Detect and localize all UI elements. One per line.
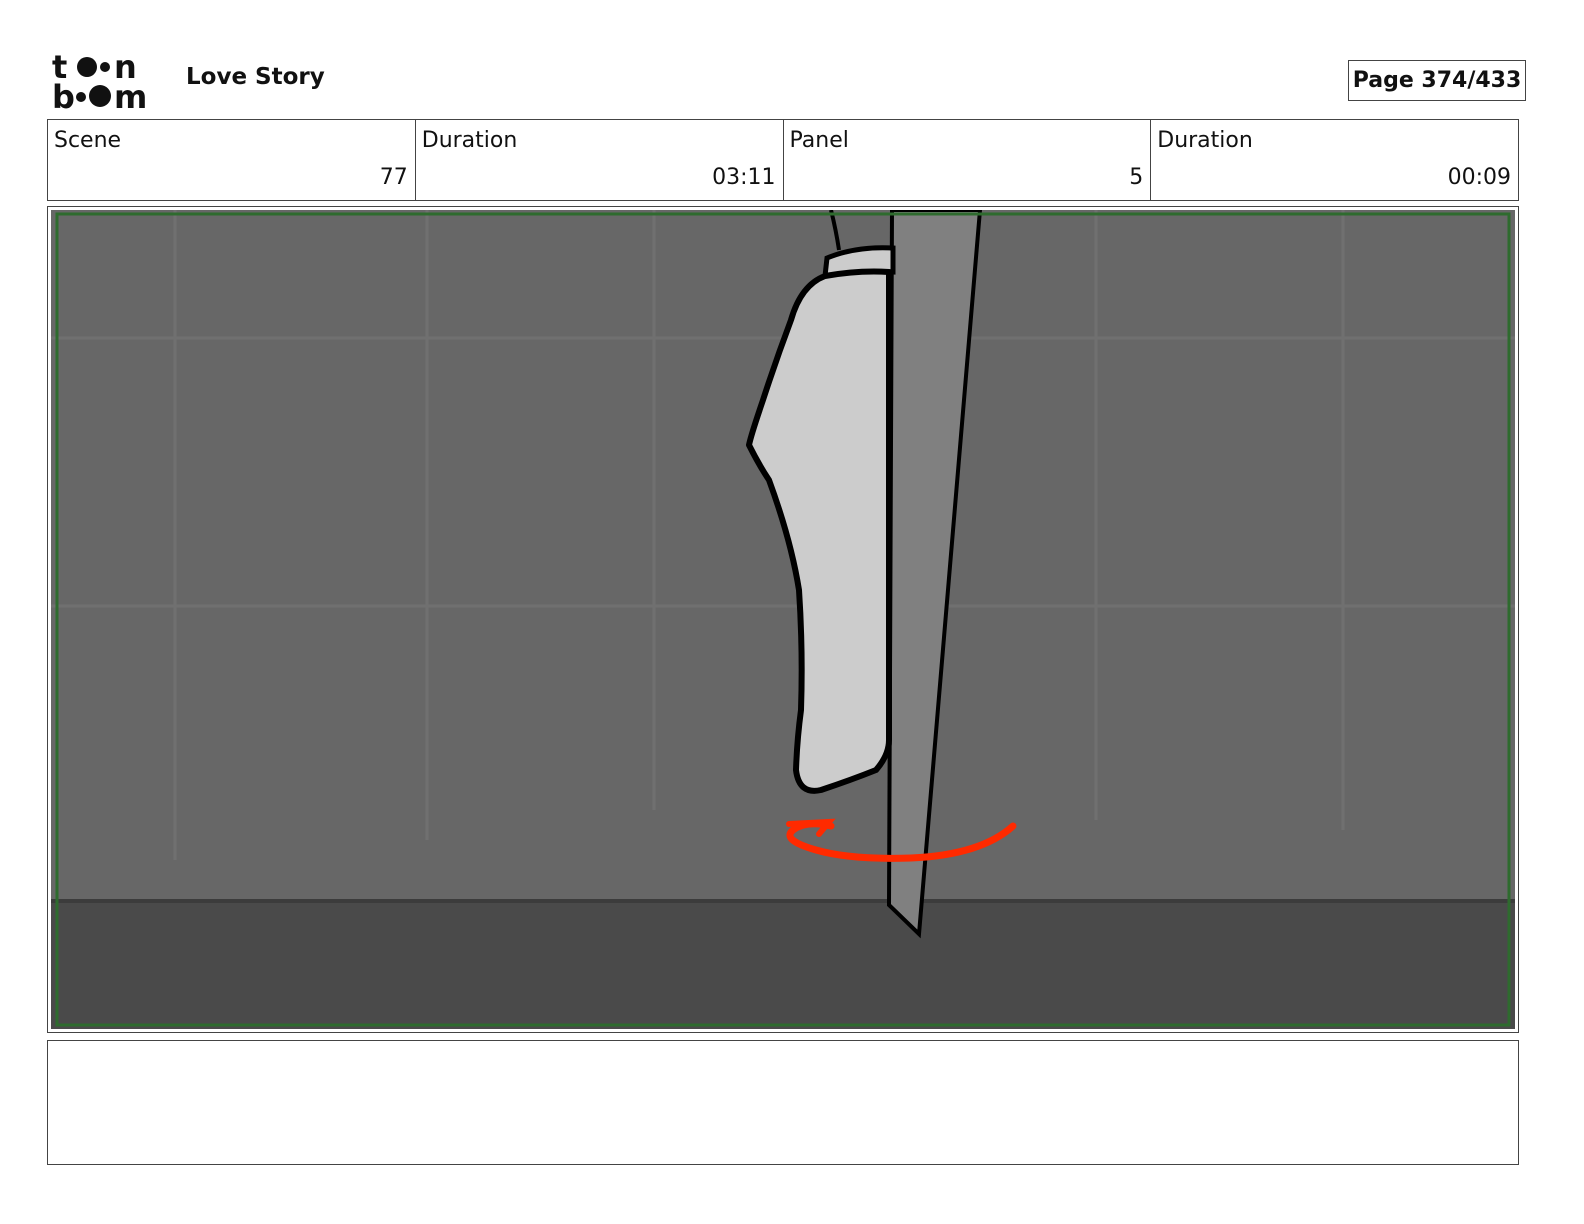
panel-notes <box>47 1040 1519 1165</box>
svg-text:m: m <box>114 78 147 112</box>
panel-drawing <box>51 210 1515 1029</box>
panel-value: 5 <box>1129 165 1144 190</box>
page-indicator: Page 374/433 <box>1348 60 1526 101</box>
panel-duration-label: Duration <box>1157 128 1253 153</box>
panel-label: Panel <box>789 128 849 153</box>
scene-cell: Scene 77 <box>48 120 416 200</box>
scene-info-table: Scene 77 Duration 03:11 Panel 5 Duration… <box>47 119 1519 201</box>
svg-text:b: b <box>52 78 75 112</box>
project-title: Love Story <box>186 64 325 90</box>
floor <box>51 900 1515 1029</box>
scene-value: 77 <box>379 165 408 190</box>
scene-label: Scene <box>54 128 122 153</box>
scene-duration-value: 03:11 <box>712 165 776 190</box>
panel-duration-cell: Duration 00:09 <box>1151 120 1518 200</box>
toon-boom-logo: t n b m <box>50 48 165 116</box>
scene-duration-cell: Duration 03:11 <box>416 120 784 200</box>
storyboard-panel <box>47 206 1519 1033</box>
scene-duration-label: Duration <box>421 128 518 153</box>
panel-cell: Panel 5 <box>784 120 1152 200</box>
wall-background <box>51 210 1515 900</box>
panel-duration-value: 00:09 <box>1447 165 1511 190</box>
